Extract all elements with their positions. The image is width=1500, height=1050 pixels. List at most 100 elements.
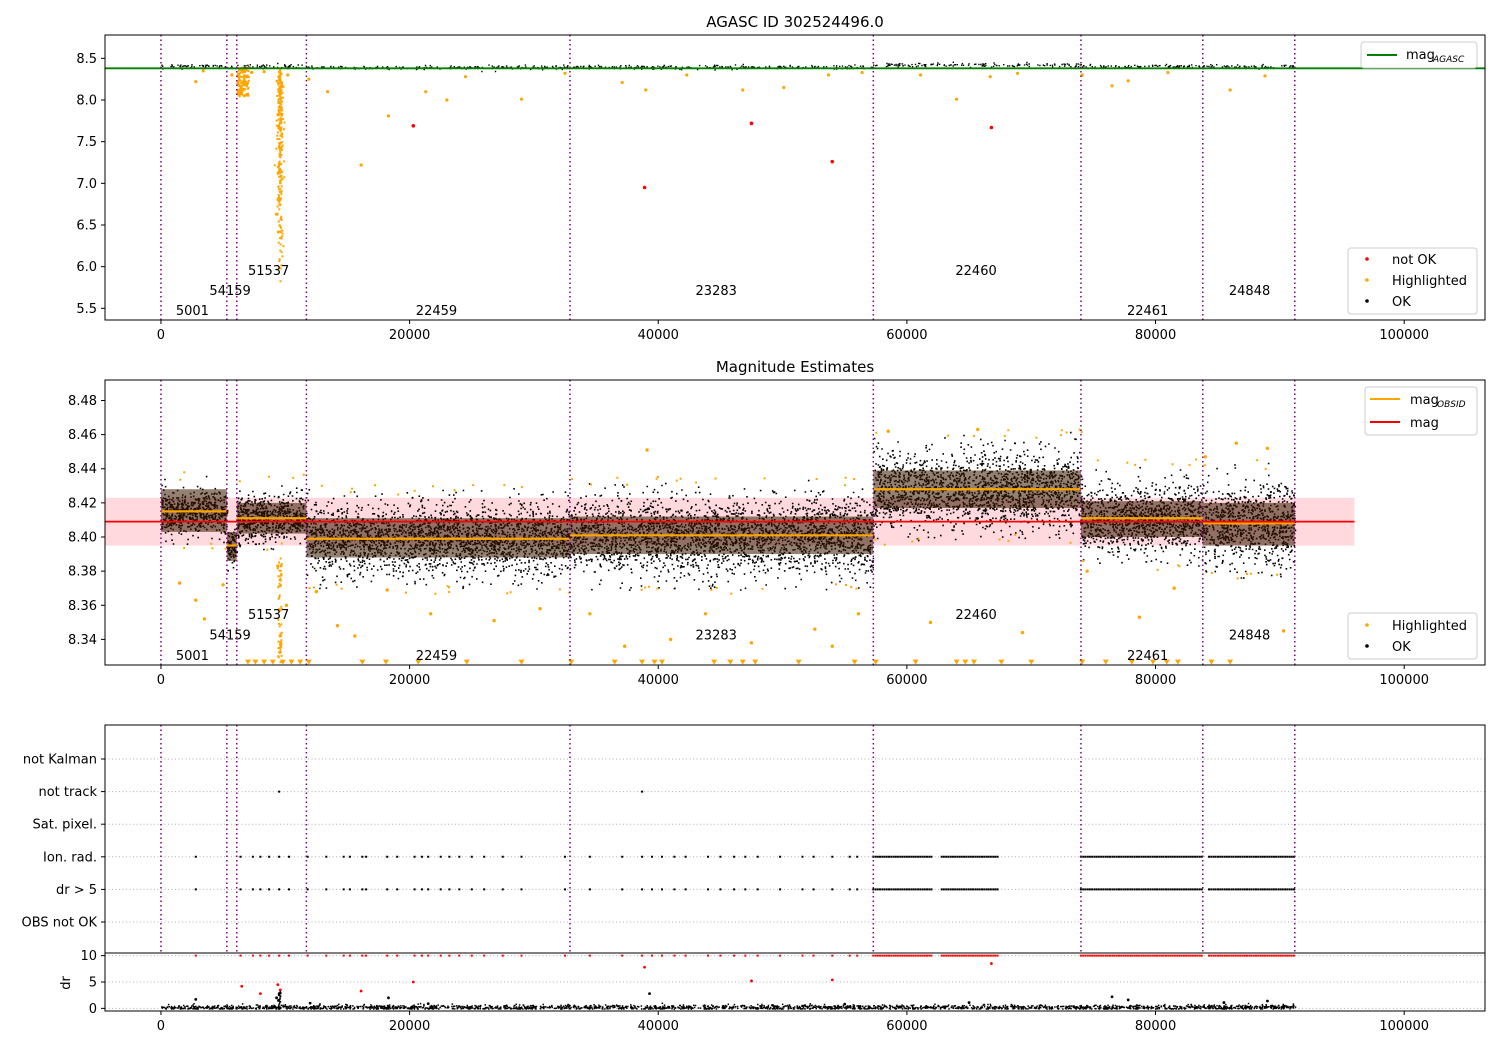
agasc-magnitude-panel: AGASC ID 302524496.0 0 20000 40000 60000 800… — [76, 13, 1486, 343]
clipped-low-marker — [953, 659, 960, 665]
panel1-legend-bottom: not OK Highlighted OK — [1347, 247, 1478, 315]
y-tick-label: 8.38 — [68, 565, 97, 580]
dr-not-ok-point — [240, 984, 244, 988]
flag-row-label: OBS not OK — [22, 916, 98, 931]
highlighted-point — [563, 71, 567, 75]
x-tick-label: 40000 — [638, 328, 679, 343]
legend-ok-label: OK — [1392, 295, 1411, 310]
panel3-axes: not Kalman not track Sat. pixel. Ion. rad. d… — [22, 753, 105, 931]
highlighted-point — [1203, 455, 1207, 459]
x-tick-label: 100000 — [1379, 673, 1429, 688]
flag-row-label: dr > 5 — [56, 883, 97, 898]
highlighted-point — [276, 564, 280, 568]
y-tick-label: 8.0 — [76, 94, 97, 109]
legend-not-ok-label: not OK — [1392, 253, 1437, 268]
legend2-highlighted-marker — [1365, 623, 1369, 627]
x-tick-label: 40000 — [638, 1019, 679, 1034]
clipped-low-marker — [288, 659, 295, 665]
highlighted-point — [886, 429, 890, 433]
dr-point — [308, 1001, 312, 1005]
obsid-label: 51537 — [248, 264, 289, 279]
dr-point — [426, 1002, 430, 1006]
y-tick-label: 8.34 — [68, 633, 97, 648]
highlighted-point — [202, 617, 207, 621]
panel1-frame — [104, 34, 1486, 321]
x-tick-label: 0 — [157, 328, 165, 343]
highlighted-point — [445, 98, 449, 102]
x-tick-label: 80000 — [1135, 328, 1176, 343]
obsid-label: 22461 — [1127, 304, 1168, 319]
highlighted-point — [463, 75, 468, 79]
highlighted-point — [976, 427, 980, 432]
clipped-low-marker — [912, 659, 919, 665]
dr-not-ok-point — [990, 962, 993, 965]
x-tick-label: 40000 — [638, 673, 679, 688]
highlighted-point — [353, 634, 357, 638]
y-tick-label: 5 — [89, 976, 97, 991]
highlighted-point — [201, 69, 205, 73]
highlighted-point — [236, 81, 240, 85]
highlighted-point — [1166, 70, 1170, 75]
clipped-low-marker — [851, 659, 858, 665]
figure: AGASC ID 302524496.0 0 20000 40000 60000 800… — [22, 13, 1486, 1034]
clipped-low-marker — [962, 659, 969, 665]
panel34-frame — [104, 724, 1486, 1012]
ok-points — [875, 61, 1082, 69]
obsid-label: 23283 — [696, 284, 737, 299]
obsid-label: 54159 — [209, 628, 250, 643]
dr-point — [1126, 998, 1130, 1002]
flag-points — [194, 855, 1295, 858]
clipped-low-marker — [795, 659, 802, 665]
x-tick-label: 0 — [157, 673, 165, 688]
highlighted-point — [622, 644, 627, 648]
highlighted-point — [538, 606, 542, 611]
dr-point — [1266, 999, 1269, 1003]
legend2-ok-label: OK — [1392, 640, 1411, 655]
highlighted-point — [928, 620, 933, 625]
highlighted-point — [588, 612, 592, 616]
panel4-plot-area — [105, 954, 1485, 1010]
dr-not-ok-point — [830, 978, 834, 982]
highlighted-point — [386, 114, 391, 118]
x-tick-label: 20000 — [389, 673, 430, 688]
clipped-low-marker — [727, 659, 734, 665]
highlighted-point — [230, 73, 234, 77]
obsid-label: 24848 — [1229, 628, 1270, 643]
dr-point — [275, 996, 278, 1000]
obsid-label: 22459 — [416, 304, 457, 319]
dr-point — [648, 992, 651, 995]
x-tick-label: 0 — [157, 1019, 165, 1034]
obsid-label: 22460 — [955, 264, 996, 279]
obsid-label: 23283 — [696, 628, 737, 643]
clipped-low-marker — [568, 659, 575, 665]
dr-not-ok-point — [359, 989, 363, 993]
highlighted-point — [1281, 629, 1286, 633]
legend-mag-agasc-sub: AGASC — [1432, 55, 1465, 65]
highlighted-point — [424, 90, 428, 94]
panel2-legend-bottom: Highlighted OK — [1347, 612, 1478, 660]
highlighted-point — [1020, 630, 1025, 635]
dr-axis-label: dr — [59, 976, 74, 990]
clipped-low-marker — [463, 659, 470, 665]
y-tick-label: 8.36 — [68, 599, 97, 614]
y-tick-label: 8.44 — [68, 462, 97, 477]
legend-mag-obsid-sub: OBSID — [1437, 400, 1466, 410]
highlighted-point — [262, 70, 266, 74]
panel3-plot-area — [105, 725, 1485, 953]
not-ok-point — [411, 124, 416, 128]
legend-mag-obsid-label: mag — [1410, 393, 1439, 408]
highlighted-point — [429, 612, 433, 616]
dr-not-ok-point — [276, 983, 280, 987]
x-tick-label: 100000 — [1379, 1019, 1429, 1034]
highlighted-point — [645, 448, 649, 452]
clipped-low-marker — [998, 659, 1005, 665]
flag-points — [194, 888, 1295, 891]
dr-not-ok-point — [411, 980, 415, 984]
obsid-label: 54159 — [209, 284, 250, 299]
dr-not-ok-point — [278, 988, 282, 992]
highlighted-point — [813, 627, 817, 631]
legend-not-ok-marker — [1365, 257, 1369, 261]
y-tick-label: 6.0 — [76, 260, 97, 275]
highlighted-point — [1234, 441, 1239, 445]
highlighted-point — [250, 70, 254, 75]
